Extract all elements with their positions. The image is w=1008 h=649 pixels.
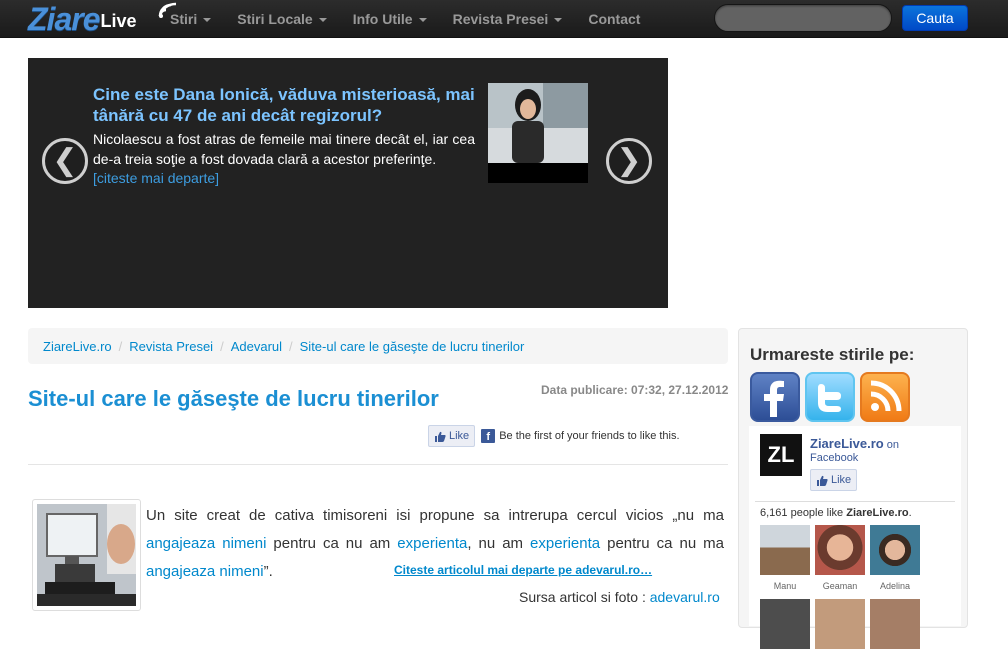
breadcrumb-current[interactable]: Site-ul care le găseşte de lucru tineril… bbox=[300, 339, 525, 354]
article-title: Site-ul care le găseşte de lucru tineril… bbox=[28, 386, 439, 411]
article-photo bbox=[37, 504, 136, 606]
follow-sidebar: Urmareste stirile pe: ZL ZiareLive.ro on… bbox=[738, 328, 968, 649]
fan-item[interactable] bbox=[760, 599, 810, 649]
page-avatar[interactable]: ZL bbox=[760, 434, 802, 476]
menu-item-stiri-locale[interactable]: Stiri Locale bbox=[224, 0, 339, 38]
fan-avatar bbox=[870, 599, 920, 649]
like-label: Like bbox=[831, 474, 852, 486]
breadcrumb: ZiareLive.ro / Revista Presei / Adevarul… bbox=[28, 328, 728, 364]
like-social-text: Be the first of your friends to like thi… bbox=[499, 430, 680, 442]
fan-item[interactable]: Manu bbox=[760, 525, 810, 591]
twitter-icon[interactable] bbox=[805, 372, 855, 422]
top-navbar: Ziare Live Stiri Stiri Locale Info Utile… bbox=[0, 0, 1008, 38]
fan-avatar bbox=[815, 525, 865, 575]
carousel-next-button[interactable]: ❯ bbox=[606, 138, 652, 184]
facebook-link[interactable]: Facebook bbox=[810, 452, 858, 464]
fan-count: 6,161 people like ZiareLive.ro. bbox=[760, 507, 912, 519]
breadcrumb-home[interactable]: ZiareLive.ro bbox=[43, 339, 112, 354]
breadcrumb-separator: / bbox=[220, 338, 224, 354]
body-text: Un site creat de cativa timisoreni isi p… bbox=[146, 507, 724, 524]
carousel-prev-button[interactable]: ❮ bbox=[42, 138, 88, 184]
keyword-link[interactable]: angajeaza nimeni bbox=[146, 535, 266, 552]
menu-item-stiri[interactable]: Stiri bbox=[157, 0, 224, 38]
fan-avatar bbox=[760, 525, 810, 575]
menu-label: Info Utile bbox=[352, 11, 413, 27]
fan-count-page: ZiareLive.ro bbox=[846, 507, 909, 519]
fan-item[interactable] bbox=[815, 599, 865, 649]
page-like-button[interactable]: Like bbox=[810, 469, 858, 491]
menu-label: Revista Presei bbox=[452, 11, 549, 27]
fan-count-suffix: . bbox=[908, 507, 912, 519]
caret-down-icon bbox=[203, 18, 212, 22]
facebook-icon[interactable] bbox=[750, 372, 800, 422]
divider bbox=[28, 464, 728, 465]
fan-avatar bbox=[760, 599, 810, 649]
facebook-page-box: ZL ZiareLive.ro on Facebook Like 6,161 p… bbox=[749, 426, 961, 649]
rss-icon[interactable] bbox=[860, 372, 910, 422]
logo-live-text: Live bbox=[100, 11, 137, 31]
carousel-photo bbox=[488, 83, 588, 183]
carousel-text: Nicolaescu a fost atras de femeile mai t… bbox=[93, 131, 475, 167]
fan-item[interactable]: Adelina bbox=[870, 525, 920, 591]
facebook-like-widget: Like f Be the first of your friends to l… bbox=[428, 425, 680, 447]
fan-name: Geaman bbox=[822, 581, 858, 591]
fan-avatar bbox=[815, 599, 865, 649]
facebook-page-name[interactable]: ZiareLive.ro on bbox=[810, 436, 899, 451]
caret-down-icon bbox=[318, 18, 327, 22]
body-text: pentru ca nu am bbox=[266, 535, 398, 552]
body-text: , nu am bbox=[467, 535, 531, 552]
search-button[interactable]: Cauta bbox=[902, 5, 968, 31]
menu-item-contact[interactable]: Contact bbox=[575, 0, 653, 38]
read-more-link[interactable]: Citeste articolul mai departe pe adevaru… bbox=[394, 563, 652, 577]
breadcrumb-separator: / bbox=[289, 338, 293, 354]
page-name: ZiareLive.ro bbox=[810, 436, 884, 451]
publish-date: Data publicare: 07:32, 27.12.2012 bbox=[541, 383, 729, 397]
search-input[interactable] bbox=[714, 4, 892, 32]
like-button[interactable]: Like bbox=[428, 425, 476, 447]
facebook-icon: f bbox=[481, 429, 496, 443]
caret-down-icon bbox=[554, 18, 563, 22]
menu-label: Stiri bbox=[170, 11, 198, 27]
fan-count-text: 6,161 people like bbox=[760, 507, 847, 519]
carousel-read-more-link[interactable]: [citeste mai departe] bbox=[93, 170, 219, 186]
sidebar-title: Urmareste stirile pe: bbox=[750, 345, 915, 364]
like-label: Like bbox=[449, 430, 470, 442]
breadcrumb-revista-presei[interactable]: Revista Presei bbox=[129, 339, 213, 354]
divider bbox=[755, 501, 955, 502]
keyword-link[interactable]: experienta bbox=[397, 535, 467, 552]
thumbs-up-icon bbox=[817, 475, 828, 486]
fan-name: Adelina bbox=[879, 581, 911, 591]
page-like-widget: Like bbox=[810, 469, 858, 491]
thumbs-up-icon bbox=[435, 431, 446, 442]
menu-label: Stiri Locale bbox=[237, 11, 313, 27]
menu-item-info-utile[interactable]: Info Utile bbox=[340, 0, 440, 38]
carousel-title[interactable]: Cine este Dana Ionică, văduva misterioas… bbox=[93, 84, 478, 126]
breadcrumb-separator: / bbox=[118, 338, 123, 354]
logo-ziare-text: Ziare bbox=[28, 1, 100, 37]
source-link[interactable]: adevarul.ro bbox=[650, 589, 720, 605]
menu-item-revista-presei[interactable]: Revista Presei bbox=[440, 0, 576, 38]
caret-down-icon bbox=[418, 18, 427, 22]
fan-avatar bbox=[870, 525, 920, 575]
carousel-thumbnail[interactable] bbox=[488, 83, 588, 183]
keyword-link[interactable]: angajeaza nimeni bbox=[146, 563, 264, 580]
site-logo[interactable]: Ziare Live bbox=[28, 0, 177, 38]
article-image[interactable] bbox=[32, 499, 141, 611]
fan-item[interactable] bbox=[870, 599, 920, 649]
fan-item[interactable]: Geaman bbox=[815, 525, 865, 591]
article-source: Sursa articol si foto : adevarul.ro bbox=[519, 589, 720, 605]
source-label: Sursa articol si foto : bbox=[519, 589, 650, 605]
page-on-label: on bbox=[883, 439, 899, 451]
main-menu: Stiri Stiri Locale Info Utile Revista Pr… bbox=[157, 0, 653, 38]
body-text: pentru ca nu ma bbox=[600, 535, 724, 552]
body-text: ”. bbox=[263, 563, 273, 580]
breadcrumb-adevarul[interactable]: Adevarul bbox=[231, 339, 282, 354]
keyword-link[interactable]: experienta bbox=[530, 535, 600, 552]
featured-carousel: ❮ Cine este Dana Ionică, văduva misterio… bbox=[28, 58, 668, 308]
fan-name: Manu bbox=[773, 581, 797, 591]
menu-label: Contact bbox=[588, 11, 641, 27]
